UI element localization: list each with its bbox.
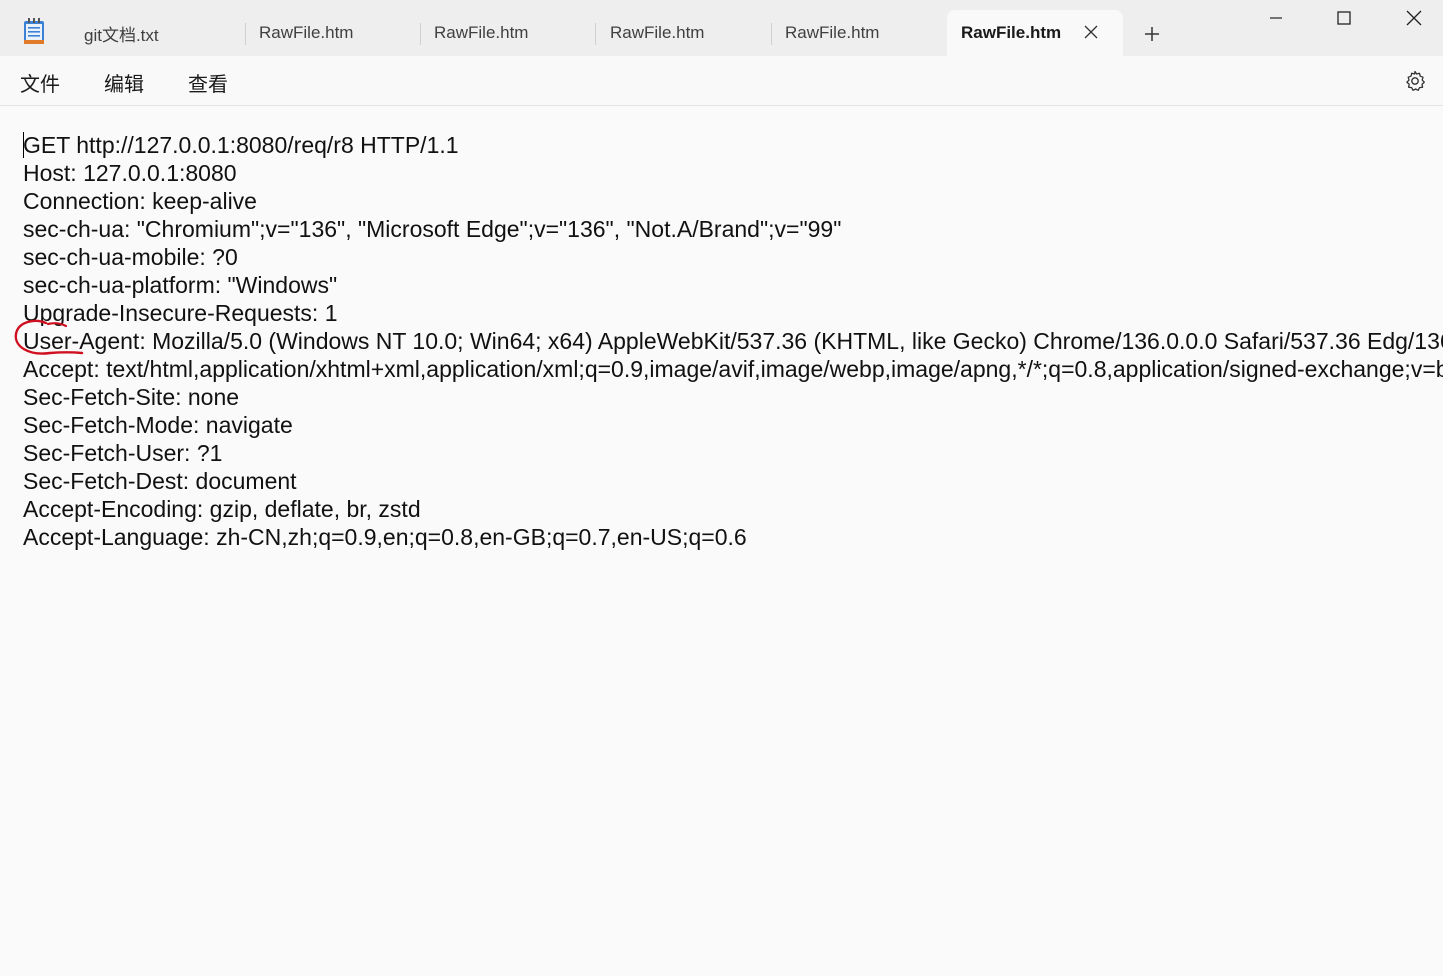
tab-label: RawFile.htm bbox=[610, 23, 705, 42]
text-line: sec-ch-ua: "Chromium";v="136", "Microsof… bbox=[23, 216, 842, 242]
text-line: sec-ch-ua-mobile: ?0 bbox=[23, 244, 238, 270]
plus-icon[interactable] bbox=[1140, 22, 1164, 46]
gear-icon[interactable] bbox=[1403, 69, 1427, 93]
text-line: Sec-Fetch-Dest: document bbox=[23, 468, 297, 494]
tab-label: RawFile.htm bbox=[785, 23, 880, 42]
menu-view[interactable]: 查看 bbox=[188, 68, 228, 97]
close-icon[interactable] bbox=[1081, 22, 1101, 42]
text-line: Accept-Encoding: gzip, deflate, br, zstd bbox=[23, 496, 421, 522]
text-line: User-Agent: Mozilla/5.0 (Windows NT 10.0… bbox=[23, 328, 1443, 354]
close-icon[interactable] bbox=[1384, 0, 1443, 36]
tab-rawfile-4[interactable]: RawFile.htm bbox=[771, 10, 947, 56]
maximize-icon[interactable] bbox=[1314, 0, 1374, 36]
tab-rawfile-active[interactable]: RawFile.htm bbox=[947, 10, 1123, 56]
notepad-icon bbox=[22, 18, 46, 46]
tab-bar: git文档.txt RawFile.htm RawFile.htm RawFil… bbox=[0, 0, 1443, 56]
text-line: Host: 127.0.0.1:8080 bbox=[23, 160, 237, 186]
text-line: Accept: text/html,application/xhtml+xml,… bbox=[23, 356, 1443, 382]
text-line: Sec-Fetch-Mode: navigate bbox=[23, 412, 293, 438]
text-line: Sec-Fetch-Site: none bbox=[23, 384, 240, 410]
tab-label: git文档.txt bbox=[84, 25, 159, 45]
tab-rawfile-1[interactable]: RawFile.htm bbox=[245, 10, 421, 56]
text-editor[interactable]: GET http://127.0.0.1:8080/req/r8 HTTP/1.… bbox=[0, 106, 1443, 976]
text-line: GET http://127.0.0.1:8080/req/r8 HTTP/1.… bbox=[23, 132, 459, 158]
text-line: Connection: keep-alive bbox=[23, 188, 257, 214]
tab-rawfile-2[interactable]: RawFile.htm bbox=[420, 10, 596, 56]
tab-label: RawFile.htm bbox=[434, 23, 529, 42]
text-line: Sec-Fetch-User: ?1 bbox=[23, 440, 223, 466]
text-line: Accept-Language: zh-CN,zh;q=0.9,en;q=0.8… bbox=[23, 524, 747, 550]
minimize-icon[interactable] bbox=[1246, 0, 1306, 36]
tab-git-docs[interactable]: git文档.txt bbox=[70, 10, 246, 56]
tab-label: RawFile.htm bbox=[259, 23, 354, 42]
text-line: Upgrade-Insecure-Requests: 1 bbox=[23, 300, 338, 326]
tab-rawfile-3[interactable]: RawFile.htm bbox=[596, 10, 772, 56]
menu-file[interactable]: 文件 bbox=[20, 68, 60, 97]
tab-label: RawFile.htm bbox=[961, 23, 1062, 42]
text-line: sec-ch-ua-platform: "Windows" bbox=[23, 272, 338, 298]
menu-bar: 文件 编辑 查看 bbox=[0, 56, 1443, 106]
menu-edit[interactable]: 编辑 bbox=[104, 68, 144, 97]
